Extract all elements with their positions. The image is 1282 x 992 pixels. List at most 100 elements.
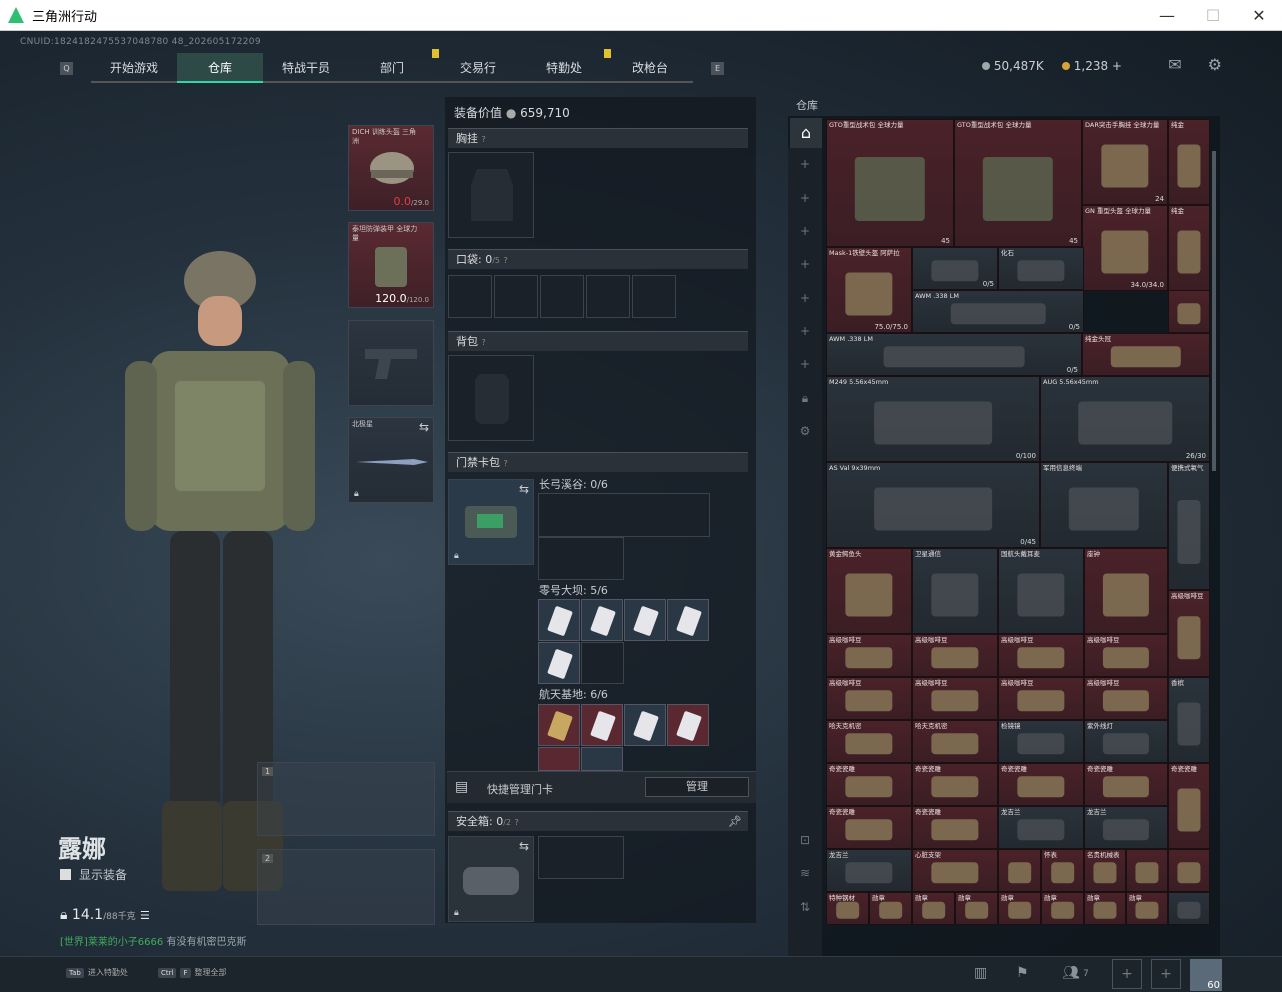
warehouse-item[interactable]: 特种钢材	[826, 892, 869, 925]
warehouse-item[interactable]: 香槟	[1168, 677, 1210, 763]
warehouse-item[interactable]: 奇瓷瓷雕	[998, 763, 1084, 806]
warehouse-item[interactable]: 便携式氧气	[1168, 462, 1210, 590]
warehouse-item[interactable]: 勋章	[869, 892, 912, 925]
warehouse-item[interactable]: AWM .338 LM 0/5	[826, 333, 1082, 376]
warehouse-item[interactable]: M249 5.56x45mm 0/100	[826, 376, 1040, 462]
warehouse-item[interactable]: 奇瓷瓷雕	[1168, 763, 1210, 849]
armor-slot[interactable]: 泰坦防弹装甲 全球力量 120.0/120.0	[348, 222, 434, 308]
silver-currency[interactable]: 50,487K	[981, 59, 1044, 73]
flag-icon[interactable]: ⚑	[1016, 965, 1029, 981]
list-icon[interactable]: ☰	[140, 909, 150, 922]
close-button[interactable]: ✕	[1236, 0, 1282, 30]
warehouse-item[interactable]: DAR突击手胸挂 全球力量 24	[1082, 119, 1168, 205]
nav-next-button[interactable]: E	[711, 61, 724, 75]
chest-rig-slot[interactable]	[448, 152, 534, 238]
keycard-item[interactable]	[581, 704, 623, 746]
add-tab-icon[interactable]: +	[798, 191, 812, 205]
hotkey-hint[interactable]: Tab 进入特勤处	[66, 967, 128, 978]
pocket-slot[interactable]	[586, 275, 630, 318]
warehouse-home-icon[interactable]: ⌂	[790, 118, 822, 148]
warehouse-item[interactable]: 检镜镜	[998, 720, 1084, 763]
warehouse-scrollbar[interactable]	[1212, 151, 1216, 471]
keycard-item[interactable]	[538, 599, 580, 641]
warehouse-item[interactable]: 高级咖啡豆	[998, 677, 1084, 720]
warehouse-item[interactable]	[1168, 290, 1210, 333]
helmet-slot[interactable]: DICH 训练头盔 三角洲 0.0/29.0	[348, 125, 434, 211]
safe-box-grid[interactable]	[538, 836, 624, 879]
warehouse-item[interactable]: 龙吉兰	[1084, 806, 1168, 849]
keycard-item[interactable]	[624, 704, 666, 746]
help-icon[interactable]: ?	[504, 256, 508, 265]
transfer-icon[interactable]: ⇅	[798, 900, 812, 914]
warehouse-item[interactable]: 勋章	[1084, 892, 1126, 925]
keycard-item[interactable]	[667, 704, 709, 746]
warehouse-item[interactable]: 高级咖啡豆	[826, 677, 912, 720]
warehouse-item[interactable]: 奇瓷瓷雕	[826, 763, 912, 806]
warehouse-item[interactable]: 名贵机械表	[1084, 849, 1126, 892]
gold-currency[interactable]: 1,238 +	[1061, 59, 1122, 73]
keycard-item[interactable]	[667, 599, 709, 641]
backpack-slot[interactable]	[448, 355, 534, 441]
pocket-slot[interactable]	[494, 275, 538, 318]
settings-gear-icon[interactable]: ⚙	[1208, 55, 1222, 74]
safe-box-slot[interactable]: ⇆ 🔒︎	[448, 836, 534, 922]
warehouse-item[interactable]: 卫星通信	[912, 548, 998, 634]
warehouse-item[interactable]: 国航头戴耳麦	[998, 548, 1084, 634]
add-tab-icon[interactable]: +	[798, 291, 812, 305]
help-icon[interactable]: ?	[482, 338, 486, 347]
sidearm-slot[interactable]	[348, 320, 434, 406]
manage-button[interactable]: 管理	[645, 777, 749, 797]
tab-special-office[interactable]: 特勤处	[521, 49, 611, 83]
warehouse-item[interactable]: 化石	[998, 247, 1084, 290]
layers-icon[interactable]: ≋	[798, 866, 812, 880]
friends-icon[interactable]: 👥︎	[1062, 965, 1080, 981]
warehouse-item[interactable]: 高级咖啡豆	[826, 634, 912, 677]
warehouse-item[interactable]: 高级咖啡豆	[912, 634, 998, 677]
warehouse-item[interactable]: 纯金头冠	[1082, 333, 1210, 376]
swap-icon[interactable]: ⇆	[519, 839, 529, 853]
help-icon[interactable]: ?	[504, 459, 508, 468]
warehouse-item[interactable]: 高级咖啡豆	[1084, 634, 1168, 677]
keycard-item[interactable]	[538, 704, 580, 746]
add-tab-icon[interactable]: +	[798, 357, 812, 371]
warehouse-item[interactable]: AUG 5.56x45mm 26/30	[1040, 376, 1210, 462]
warehouse-item[interactable]: 勋章	[912, 892, 955, 925]
warehouse-item[interactable]: 勋章	[955, 892, 998, 925]
minimize-button[interactable]: —	[1144, 0, 1190, 30]
primary-weapon-slot-2[interactable]: 2	[257, 849, 435, 925]
pocket-slot[interactable]	[448, 275, 492, 318]
warehouse-item[interactable]: 军用信息终端	[1040, 462, 1168, 548]
melee-slot[interactable]: 北极星 ⇆ 🔒︎	[348, 417, 434, 503]
add-tab-icon[interactable]: +	[798, 257, 812, 271]
warehouse-item[interactable]: GTO重型战术包 全球力量 45	[954, 119, 1082, 247]
pocket-slot[interactable]	[540, 275, 584, 318]
add-tab-icon[interactable]: +	[798, 324, 812, 338]
warehouse-item[interactable]: 勋章	[998, 892, 1041, 925]
warehouse-item[interactable]: 0/5	[912, 247, 998, 290]
keycard-item[interactable]	[624, 599, 666, 641]
warehouse-item[interactable]: 高级咖啡豆	[998, 634, 1084, 677]
warehouse-item[interactable]: 龙吉兰	[826, 849, 912, 892]
lock-icon[interactable]: 🔒︎	[798, 391, 812, 405]
warehouse-item[interactable]: AS Val 9x39mm 0/45	[826, 462, 1040, 548]
help-icon[interactable]: ?	[515, 818, 519, 827]
warehouse-item[interactable]: 奇瓷瓷雕	[826, 806, 912, 849]
keycard-item[interactable]	[538, 747, 580, 771]
warehouse-item[interactable]	[1126, 849, 1168, 892]
warehouse-item[interactable]: 高级咖啡豆	[1084, 677, 1168, 720]
warehouse-item[interactable]: AWM .338 LM 0/5	[912, 290, 1084, 333]
keycard-case-slot[interactable]: ⇆ 🔒︎	[448, 479, 534, 565]
warehouse-item[interactable]: 奇瓷瓷雕	[912, 763, 998, 806]
tab-gunsmith[interactable]: 改枪台	[607, 53, 693, 83]
mail-icon[interactable]: ✉	[1168, 55, 1181, 74]
sort-icon[interactable]: ⊡	[798, 833, 812, 847]
warehouse-item[interactable]: 龙吉兰	[998, 806, 1084, 849]
keycard-item[interactable]	[538, 642, 580, 684]
warehouse-item[interactable]	[998, 849, 1041, 892]
tab-market[interactable]: 交易行	[435, 53, 521, 83]
player-avatar[interactable]: 60	[1190, 959, 1222, 991]
tab-warehouse[interactable]: 仓库	[177, 53, 263, 83]
keycard-grid[interactable]	[538, 493, 710, 537]
warehouse-item[interactable]: GTO重型战术包 全球力量 45	[826, 119, 954, 247]
warehouse-item[interactable]: 怀表	[1041, 849, 1084, 892]
